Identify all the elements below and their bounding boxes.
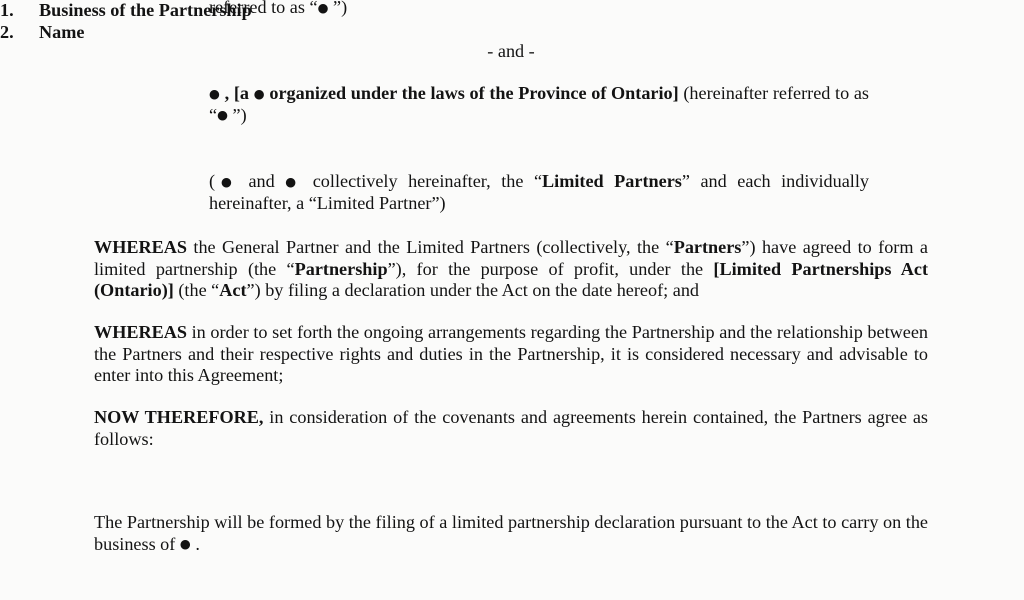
section-2-title: Name (39, 21, 85, 42)
bold-run: Partnership (294, 258, 388, 279)
party-b-bracket-open: [a (233, 83, 254, 103)
collective-paragraph: (● and ● collectively hereinafter, the “… (209, 171, 869, 214)
business-text-1: The Partnership will be formed by the fi… (94, 512, 928, 554)
whereas-clause-1: WHEREAS the General Partner and the Limi… (94, 237, 928, 302)
referred-to-as-suffix: ”) (328, 0, 348, 17)
business-paragraph: The Partnership will be formed by the fi… (94, 512, 928, 555)
section-heading-2: 2. Name (0, 22, 1024, 44)
collective-text-1: collectively hereinafter, the “ (302, 171, 543, 191)
whereas-2-body: in order to set forth the ongoing arrang… (94, 322, 928, 385)
placeholder-dot-icon: ● (317, 0, 329, 15)
referred-to-as-prefix: referred to as “ (209, 0, 318, 17)
text-run: ”) by filing a declaration under the Act… (246, 280, 700, 301)
party-b-bold-text: organized under the laws of the Province… (264, 83, 673, 103)
party-b-comma: , (220, 83, 234, 103)
bold-run: Act (219, 280, 247, 301)
and-separator: - and - (487, 41, 535, 61)
party-b-bold-run: ● , [a ● organized under the laws of the… (209, 83, 679, 103)
and-separator-block: - and - (94, 41, 928, 63)
collective-and: and (237, 171, 286, 191)
section-1-body: The Partnership will be formed by the fi… (94, 512, 928, 555)
section-2-number: 2. (0, 21, 14, 42)
document-page: referred to as “● ”) - and - ● , [a ● or… (0, 0, 1024, 600)
text-run: ”), for the purpose of profit, under the (387, 258, 714, 279)
placeholder-dot-icon: ● (209, 85, 221, 101)
party-b-hereinafter: (hereinafter (678, 83, 769, 103)
placeholder-dot-icon: ● (215, 173, 238, 189)
now-therefore-lead: NOW THEREFORE, (94, 407, 264, 427)
text-run: (the “ (173, 280, 220, 301)
whereas-1-paragraph: WHEREAS the General Partner and the Limi… (94, 237, 928, 302)
party-b-referred-suffix: ”) (228, 104, 247, 125)
whereas-1-body: the General Partner and the Limited Part… (94, 237, 928, 300)
recital-limited-partner-b: ● , [a ● organized under the laws of the… (209, 83, 869, 126)
now-therefore-clause: NOW THEREFORE, in consideration of the c… (94, 407, 928, 450)
party-b-paragraph: ● , [a ● organized under the laws of the… (209, 83, 869, 126)
whereas-clause-2: WHEREAS in order to set forth the ongoin… (94, 322, 928, 387)
placeholder-dot-icon: ● (217, 107, 228, 123)
business-text-2: . (190, 533, 200, 554)
placeholder-dot-icon: ● (285, 173, 303, 189)
section-1-number: 1. (0, 0, 14, 20)
placeholder-dot-icon: ● (179, 536, 191, 552)
recital-collective-definition: (● and ● collectively hereinafter, the “… (209, 171, 869, 214)
recital-general-partner-continuation: referred to as “● ”) (209, 0, 869, 19)
referred-to-as-line: referred to as “● ”) (209, 0, 869, 19)
whereas-1-lead: WHEREAS (94, 237, 187, 257)
defined-term-limited-partners: Limited Partners (542, 171, 682, 191)
text-run: the General Partner and the Limited Part… (186, 237, 674, 257)
bold-run: Partners (673, 237, 742, 257)
text-run: in order to set forth the ongoing arrang… (94, 322, 928, 386)
whereas-2-paragraph: WHEREAS in order to set forth the ongoin… (94, 322, 928, 387)
now-therefore-paragraph: NOW THEREFORE, in consideration of the c… (94, 407, 928, 450)
placeholder-dot-icon: ● (253, 85, 265, 101)
whereas-2-lead: WHEREAS (94, 322, 187, 342)
